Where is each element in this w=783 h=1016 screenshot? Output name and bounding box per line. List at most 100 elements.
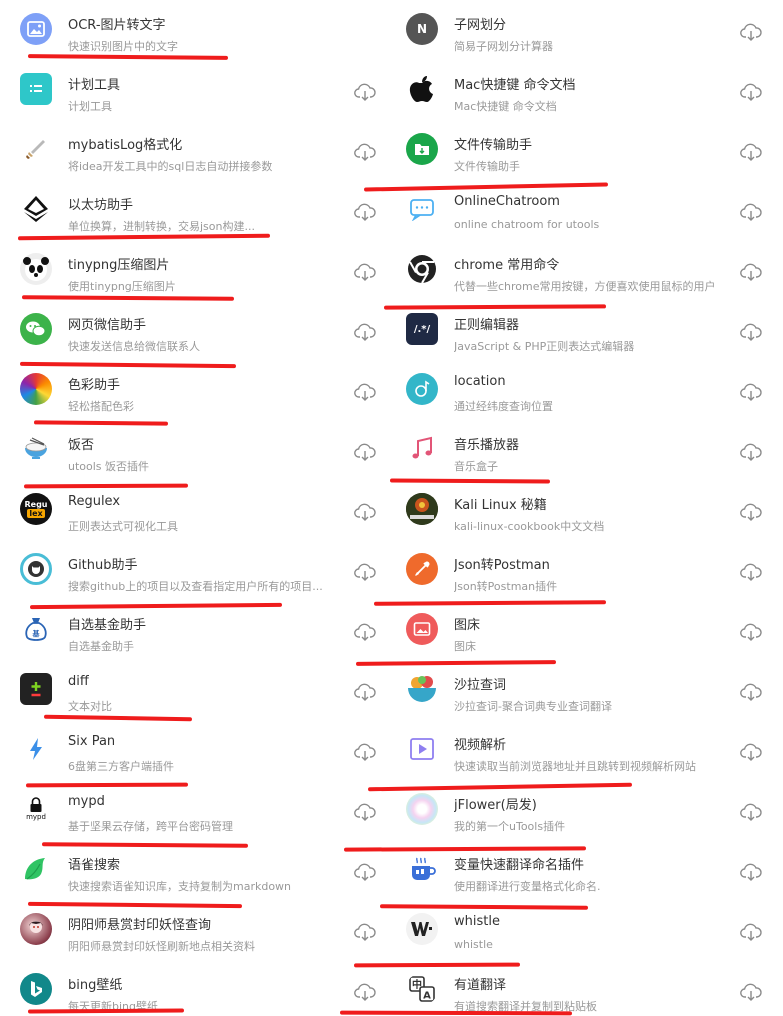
image-icon [20,13,52,45]
cloud-download-icon[interactable] [740,923,762,941]
plugin-title: 文件传输助手 [454,138,533,153]
cloud-download-icon[interactable] [354,683,376,701]
cloud-download-icon[interactable] [354,83,376,101]
cloud-download-icon[interactable] [354,923,376,941]
panda-icon [20,253,52,285]
plugin-item[interactable]: bing壁纸 每天更新bing壁纸 [0,960,392,1016]
plugin-item[interactable]: 阴阳师悬赏封印妖怪查询 阴阳师悬赏封印妖怪刷新地点相关资料 [0,900,392,960]
cloud-download-icon[interactable] [354,623,376,641]
plugin-description: 使用tinypng压缩图片 [68,280,176,293]
chat-bubble-icon [406,193,438,225]
bing-icon [20,973,52,1005]
plugin-item[interactable]: 视频解析 快速读取当前浏览器地址并且跳转到视频解析网站 [392,720,783,780]
cloud-download-icon[interactable] [354,323,376,341]
plugin-item[interactable]: 计划工具 计划工具 [0,60,392,120]
plugin-description: 有道搜索翻译并复制到粘贴板 [454,1000,597,1013]
plugin-item[interactable]: /.*/ 正则编辑器 JavaScript & PHP正则表达式编辑器 [392,300,783,360]
svg-text:A: A [423,991,431,1002]
cloud-download-icon[interactable] [740,203,762,221]
plugin-item[interactable]: tinypng压缩图片 使用tinypng压缩图片 [0,240,392,300]
kali-book-icon [406,493,438,525]
plugin-item[interactable]: Github助手 搜索github上的项目以及查看指定用户所有的项目... [0,540,392,600]
plugin-item[interactable]: chrome 常用命令 代替一些chrome常用按键，方便喜欢使用鼠标的用户 [392,240,783,300]
cloud-download-icon[interactable] [354,383,376,401]
plugin-title: tinypng压缩图片 [68,258,170,273]
cloud-download-icon[interactable] [740,803,762,821]
cloud-download-icon[interactable] [740,743,762,761]
cloud-download-icon[interactable] [740,143,762,161]
cloud-download-icon[interactable] [354,983,376,1001]
plugin-title: 变量快速翻译命名插件 [454,858,585,873]
cloud-download-icon[interactable] [354,263,376,281]
plugin-item[interactable]: 以太坊助手 单位换算，进制转换，交易json构建... [0,180,392,240]
cloud-download-icon[interactable] [740,623,762,641]
plugin-title: 有道翻译 [454,978,507,993]
plugin-item[interactable]: 沙拉查词 沙拉查词-聚合词典专业查词翻译 [392,660,783,720]
cloud-download-icon[interactable] [740,83,762,101]
plugin-item[interactable]: location 通过经纬度查询位置 [392,360,783,420]
apple-icon [406,73,438,105]
postman-icon [406,553,438,585]
plugin-item[interactable]: Mac快捷键 命令文档 Mac快捷键 命令文档 [392,60,783,120]
regulex-icon: Regu lex [20,493,52,525]
plugin-item[interactable]: 基 自选基金助手 自选基金助手 [0,600,392,660]
video-play-icon [406,733,438,765]
plugin-description: 正则表达式可视化工具 [68,520,178,533]
cloud-download-icon[interactable] [354,803,376,821]
plugin-title: 语雀搜索 [68,858,121,873]
folder-list-icon [20,73,52,105]
plugin-title: 正则编辑器 [454,318,520,333]
plugin-item[interactable]: Json转Postman Json转Postman插件 [392,540,783,600]
cloud-download-icon[interactable] [354,203,376,221]
plugin-item[interactable]: Regu lex Regulex 正则表达式可视化工具 [0,480,392,540]
cloud-download-icon[interactable] [740,23,762,41]
cloud-download-icon[interactable] [740,563,762,581]
plugin-description: kali-linux-cookbook中文文档 [454,520,605,533]
plugin-item[interactable]: 网页微信助手 快速发送信息给微信联系人 [0,300,392,360]
plugin-description: 快速识别图片中的文字 [68,40,178,53]
plugin-title: 色彩助手 [68,378,121,393]
cloud-download-icon[interactable] [740,503,762,521]
plugin-item[interactable]: 音乐播放器 音乐盒子 [392,420,783,480]
plugin-item[interactable]: mybatisLog格式化 将idea开发工具中的sql日志自动拼接参数 [0,120,392,180]
plugin-item[interactable]: OnlineChatroom online chatroom for utool… [392,180,783,240]
cloud-download-icon[interactable] [354,143,376,161]
cloud-download-icon[interactable] [740,863,762,881]
cloud-download-icon[interactable] [354,443,376,461]
plugin-item[interactable]: OCR-图片转文字 快速识别图片中的文字 [0,0,392,60]
plugin-item[interactable]: 中A 有道翻译 有道搜索翻译并复制到粘贴板 [392,960,783,1016]
plugin-description: 我的第一个uTools插件 [454,820,566,833]
cloud-download-icon[interactable] [740,323,762,341]
cloud-download-icon[interactable] [354,503,376,521]
plugin-description: JavaScript & PHP正则表达式编辑器 [454,340,635,353]
translate-icon: 中A [406,973,438,1005]
cloud-download-icon[interactable] [740,443,762,461]
cloud-download-icon[interactable] [740,263,762,281]
plugin-item[interactable]: 色彩助手 轻松搭配色彩 [0,360,392,420]
plugin-item[interactable]: jFlower(局发) 我的第一个uTools插件 [392,780,783,840]
plugin-item[interactable]: Six Pan 6盘第三方客户端插件 [0,720,392,780]
cloud-download-icon[interactable] [740,683,762,701]
plugin-item[interactable]: diff 文本对比 [0,660,392,720]
plugin-item[interactable]: mypd mypd 基于坚果云存储，跨平台密码管理 [0,780,392,840]
cloud-download-icon[interactable] [354,743,376,761]
plugin-item[interactable]: 文件传输助手 文件传输助手 [392,120,783,180]
cloud-download-icon[interactable] [740,383,762,401]
picture-icon [406,613,438,645]
plugin-description: 沙拉查词-聚合词典专业查词翻译 [454,700,612,713]
plugin-item[interactable]: 饭否 utools 饭否插件 [0,420,392,480]
plugin-description: online chatroom for utools [454,218,600,231]
cloud-download-icon[interactable] [354,863,376,881]
plugin-item[interactable]: 语雀搜索 快速搜索语雀知识库，支持复制为markdown [0,840,392,900]
letter-n-icon: N [406,13,438,45]
cloud-download-icon[interactable] [740,983,762,1001]
plugin-description: 快速发送信息给微信联系人 [68,340,200,353]
plugin-title: Regulex [68,494,121,509]
plugin-item[interactable]: 图床 图床 [392,600,783,660]
plugin-item[interactable]: 变量快速翻译命名插件 使用翻译进行变量格式化命名. [392,840,783,900]
plugin-item[interactable]: whistle whistle [392,900,783,960]
cloud-download-icon[interactable] [354,563,376,581]
plugin-item[interactable]: Kali Linux 秘籍 kali-linux-cookbook中文文档 [392,480,783,540]
plugin-description: 自选基金助手 [68,640,134,653]
plugin-item[interactable]: N 子网划分 简易子网划分计算器 [392,0,783,60]
